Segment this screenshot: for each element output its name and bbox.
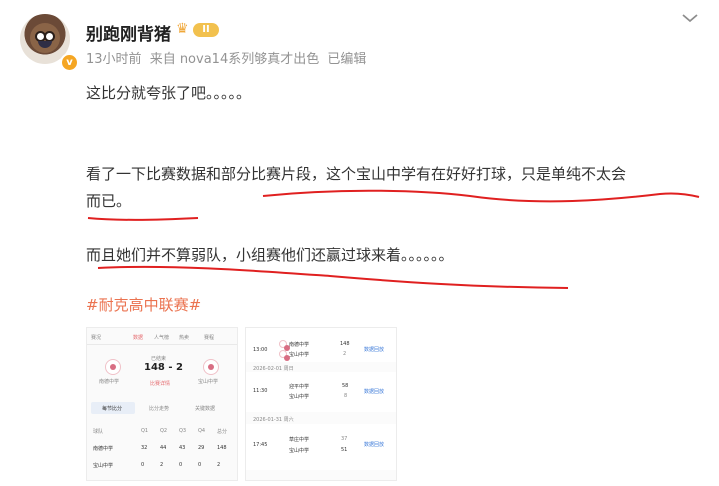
img2-block-3-link[interactable]: 数据回放 [364, 441, 384, 448]
img1-right-team: 宝山中学 [198, 379, 219, 385]
img1-header-q4: Q4 [198, 428, 206, 434]
img2-block-2-score2: 8 [344, 393, 348, 399]
post-time[interactable]: 13小时前 [86, 52, 142, 67]
img2-block-3-team2: 宝山中学 [289, 448, 310, 454]
img1-header-q1: Q1 [141, 428, 149, 434]
img1-score: 148 - 2 [144, 362, 183, 373]
img1-row2-q3: 0 [179, 462, 183, 468]
hashtag-link[interactable]: #耐克高中联赛# [86, 294, 201, 315]
post-image-1[interactable]: 赛况 数据 人气榜 热卖 赛程 已结束 148 - 2 比赛详情 南德中学 宝山… [86, 327, 238, 481]
img2-block-3-team1: 草庄中学 [289, 437, 310, 443]
img1-tag: 比赛详情 [150, 381, 171, 387]
img1-header-total: 总分 [217, 429, 228, 435]
badge-level: II [193, 23, 219, 37]
post-image-2[interactable]: 13:00 南德中学 宝山中学 148 2 数据回放 2026-02-01 周日… [245, 327, 397, 481]
img1-stat-tab-1: 每节比分 [102, 406, 123, 412]
edited-label[interactable]: 已编辑 [327, 52, 366, 67]
img1-stat-tab-3: 关键数据 [195, 406, 216, 412]
img1-tab-3: 人气榜 [154, 335, 170, 341]
img2-team-logo-1 [279, 340, 290, 351]
img1-right-team-logo [203, 359, 219, 375]
img1-header-q3: Q3 [179, 428, 187, 434]
post-line-2: 看了一下比赛数据和部分比赛片段，这个宝山中学有在好好打球，只是单纯不太会 [86, 165, 627, 183]
img1-row2-q2: 2 [160, 462, 164, 468]
img2-block-2-team2: 宝山中学 [289, 394, 310, 400]
post-line-1: 这比分就夸张了吧。。。。。 [86, 84, 252, 102]
img2-block-3-time: 17:45 [253, 442, 268, 448]
img2-team-logo-2 [279, 350, 290, 361]
img1-left-team-logo [105, 359, 121, 375]
underline-2 [262, 189, 700, 203]
img2-block-3-date: 2026-01-31 周六 [253, 417, 294, 423]
img1-tab-4: 热卖 [179, 335, 190, 341]
img1-tab-1: 赛况 [91, 335, 102, 341]
img1-tab-5: 赛程 [204, 335, 215, 341]
img2-block-1-score2: 2 [343, 351, 347, 357]
img1-row1-q2: 44 [160, 445, 167, 451]
img2-block-2-link[interactable]: 数据回放 [364, 388, 384, 395]
img2-block-1-team2: 宝山中学 [289, 352, 310, 358]
underline-3 [97, 265, 569, 289]
img1-tab-2: 数据 [133, 335, 144, 341]
img1-row2-team: 宝山中学 [93, 463, 114, 469]
img2-block-3-score2: 51 [341, 447, 348, 453]
underline-1 [87, 217, 199, 221]
img1-row1-q1: 32 [141, 445, 148, 451]
member-badge[interactable]: ♛ II [176, 20, 220, 40]
img1-row1-q4: 29 [198, 445, 205, 451]
img1-row2-q1: 0 [141, 462, 145, 468]
post-meta: 13小时前 来自 nova14系列够真才出色 已编辑 [86, 48, 370, 67]
img2-block-1-score1: 148 [340, 341, 350, 347]
img1-row2-q4: 0 [198, 462, 202, 468]
img2-block-1 [246, 328, 396, 362]
chevron-down-icon[interactable] [680, 12, 700, 28]
img2-block-2-date: 2026-02-01 周日 [253, 366, 294, 372]
post-source: 来自 nova14系列够真才出色 [149, 52, 320, 67]
img2-block-2-time: 11:30 [253, 388, 268, 394]
img1-header-q2: Q2 [160, 428, 168, 434]
img1-stat-tab-2: 比分走势 [149, 406, 170, 412]
img2-block-1-time: 13:00 [253, 347, 268, 353]
img2-block-2-team1: 迎平中学 [289, 384, 310, 390]
crown-icon: ♛ [176, 21, 189, 37]
img1-row1-team: 南德中学 [93, 446, 114, 452]
post-line-4: 而且她们并不算弱队，小组赛他们还赢过球来着。。。。。。 [86, 246, 454, 264]
avatar-mouth [38, 41, 52, 48]
img2-block-3-score1: 37 [341, 436, 348, 442]
img1-row1-q3: 43 [179, 445, 186, 451]
img1-status: 已结束 [151, 356, 167, 362]
img1-row1-total: 148 [217, 445, 227, 451]
img2-block-1-link[interactable]: 数据回放 [364, 346, 384, 353]
post-line-3: 而已。 [86, 192, 132, 210]
avatar-face [30, 23, 60, 53]
img2-block-2-score1: 58 [342, 383, 349, 389]
verified-badge-icon: v [60, 53, 79, 72]
img2-block-1-team1: 南德中学 [289, 342, 310, 348]
img1-row2-total: 2 [217, 462, 221, 468]
img1-left-team: 南德中学 [99, 379, 120, 385]
img1-tab-divider [87, 344, 237, 345]
username[interactable]: 别跑刚背猪 [86, 20, 171, 45]
img1-header-team: 球队 [93, 429, 104, 435]
